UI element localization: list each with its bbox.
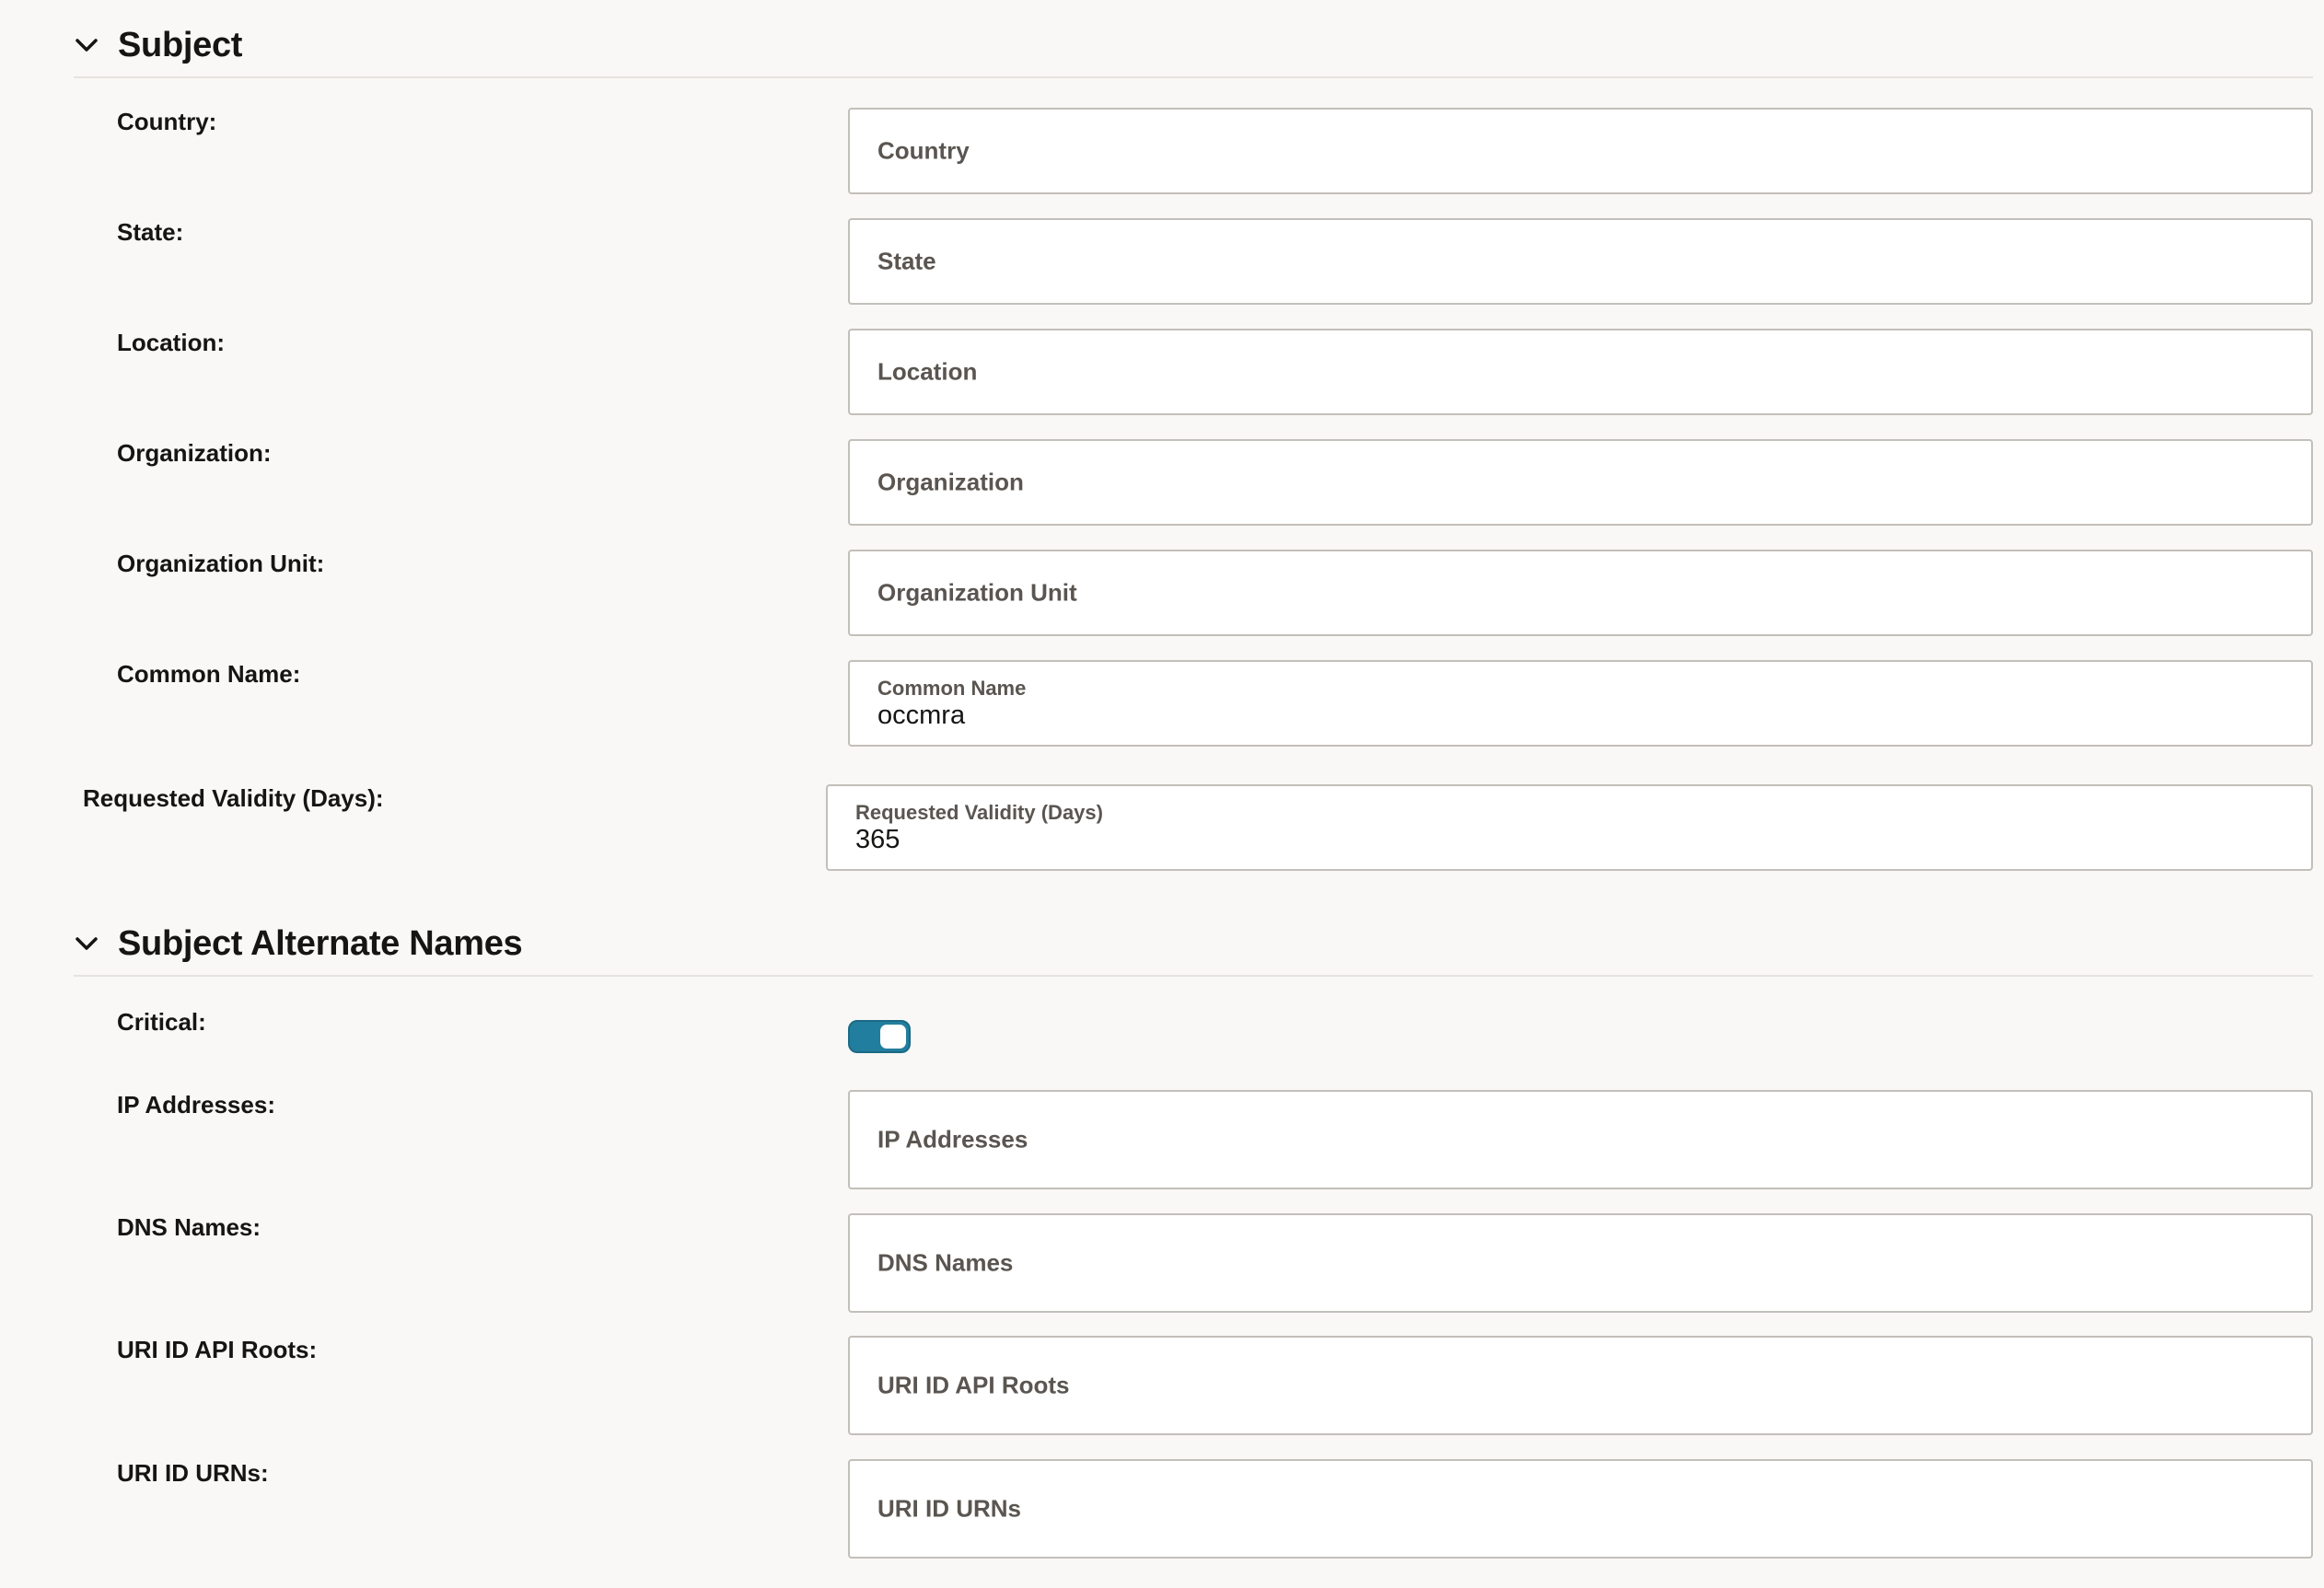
san-section-title: Subject Alternate Names [118, 923, 523, 963]
location-field[interactable]: Location [848, 329, 2313, 415]
chevron-down-icon[interactable] [74, 931, 99, 956]
ip-addresses-label: IP Addresses: [117, 1091, 275, 1119]
critical-toggle[interactable] [848, 1020, 911, 1053]
uri-id-api-roots-placeholder: URI ID API Roots [877, 1371, 1070, 1399]
organization-placeholder: Organization [877, 468, 1024, 496]
uri-id-api-roots-label: URI ID API Roots: [117, 1336, 318, 1363]
dns-names-field[interactable]: DNS Names [848, 1213, 2313, 1313]
location-placeholder: Location [877, 357, 978, 386]
dns-names-placeholder: DNS Names [877, 1248, 1014, 1277]
uri-id-urns-field[interactable]: URI ID URNs [848, 1459, 2313, 1559]
state-field[interactable]: State [848, 218, 2313, 305]
organization-unit-label: Organization Unit: [117, 550, 325, 577]
chevron-down-icon[interactable] [74, 32, 99, 58]
uri-id-urns-placeholder: URI ID URNs [877, 1494, 1022, 1523]
toggle-knob [880, 1025, 906, 1049]
uri-id-urns-label: URI ID URNs: [117, 1459, 269, 1487]
subject-section-header[interactable]: Subject [74, 14, 2313, 78]
country-field[interactable]: Country [848, 108, 2313, 194]
critical-label: Critical: [117, 1008, 206, 1036]
organization-unit-placeholder: Organization Unit [877, 578, 1077, 607]
country-placeholder: Country [877, 136, 970, 165]
location-label: Location: [117, 329, 225, 356]
organization-field[interactable]: Organization [848, 439, 2313, 526]
ip-addresses-placeholder: IP Addresses [877, 1125, 1028, 1153]
requested-validity-value: 365 [855, 825, 901, 854]
common-name-value: occmra [877, 701, 966, 730]
country-label: Country: [117, 108, 217, 135]
state-placeholder: State [877, 247, 936, 275]
common-name-field[interactable]: Common Name occmra [848, 660, 2313, 747]
ip-addresses-field[interactable]: IP Addresses [848, 1090, 2313, 1189]
uri-id-api-roots-field[interactable]: URI ID API Roots [848, 1336, 2313, 1435]
organization-label: Organization: [117, 439, 272, 467]
certificate-form: Subject Country: Country State: State Lo… [0, 0, 2324, 1588]
organization-unit-field[interactable]: Organization Unit [848, 550, 2313, 636]
common-name-float-label: Common Name [877, 677, 1027, 700]
dns-names-label: DNS Names: [117, 1213, 261, 1241]
requested-validity-field[interactable]: Requested Validity (Days) 365 [826, 784, 2313, 871]
state-label: State: [117, 218, 184, 246]
subject-section-title: Subject [118, 25, 243, 64]
requested-validity-float-label: Requested Validity (Days) [855, 801, 1103, 824]
san-section-header[interactable]: Subject Alternate Names [74, 912, 2313, 977]
common-name-label: Common Name: [117, 660, 301, 688]
requested-validity-label: Requested Validity (Days): [83, 784, 384, 812]
